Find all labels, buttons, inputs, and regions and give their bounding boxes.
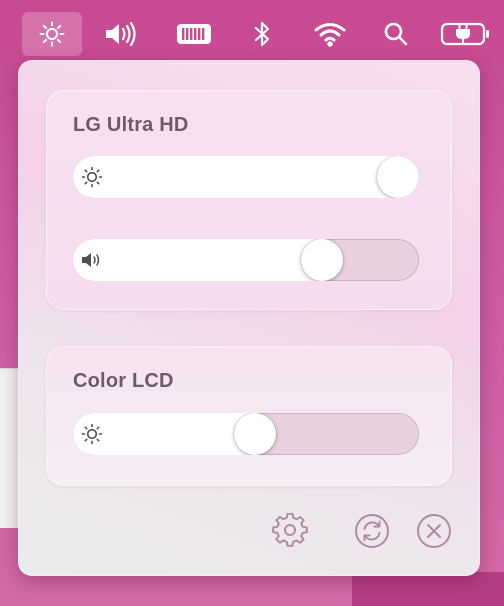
battery-meter-icon [175, 22, 213, 46]
slider-knob[interactable] [301, 239, 343, 281]
display-name: LG Ultra HD [73, 114, 189, 136]
display-card-color-lcd: Color LCD [46, 346, 452, 486]
menu-bar [0, 0, 504, 62]
brightness-icon [39, 21, 65, 47]
close-icon [416, 513, 452, 554]
display-name: Color LCD [73, 370, 174, 392]
volume-menu-button[interactable] [92, 12, 152, 56]
display-control-popover: LG Ultra HD Color LCD [18, 60, 480, 576]
volume-icon [81, 249, 103, 271]
brightness-icon [81, 423, 103, 445]
volume-slider[interactable] [73, 239, 419, 281]
gear-icon [272, 512, 308, 554]
search-menu-button[interactable] [366, 12, 426, 56]
slider-fill [73, 156, 419, 198]
wifi-icon [313, 21, 347, 47]
slider-knob[interactable] [377, 156, 419, 198]
brightness-icon [81, 166, 103, 188]
wifi-menu-button[interactable] [300, 12, 360, 56]
power-plug-icon [440, 21, 492, 47]
bluetooth-icon [252, 20, 272, 48]
brightness-slider[interactable] [73, 156, 419, 198]
bluetooth-menu-button[interactable] [232, 12, 292, 56]
refresh-icon [354, 513, 390, 554]
volume-icon [103, 21, 141, 47]
slider-knob[interactable] [234, 413, 277, 455]
power-menu-button[interactable] [436, 12, 496, 56]
brightness-slider[interactable] [73, 413, 419, 455]
refresh-button[interactable] [354, 513, 390, 554]
settings-button[interactable] [272, 512, 308, 554]
background-window [352, 572, 504, 606]
display-card-lg-ultra-hd: LG Ultra HD [46, 90, 452, 310]
search-icon [383, 21, 409, 47]
brightness-menu-button[interactable] [22, 12, 82, 56]
close-button[interactable] [416, 513, 452, 554]
battery-menu-button[interactable] [164, 12, 224, 56]
